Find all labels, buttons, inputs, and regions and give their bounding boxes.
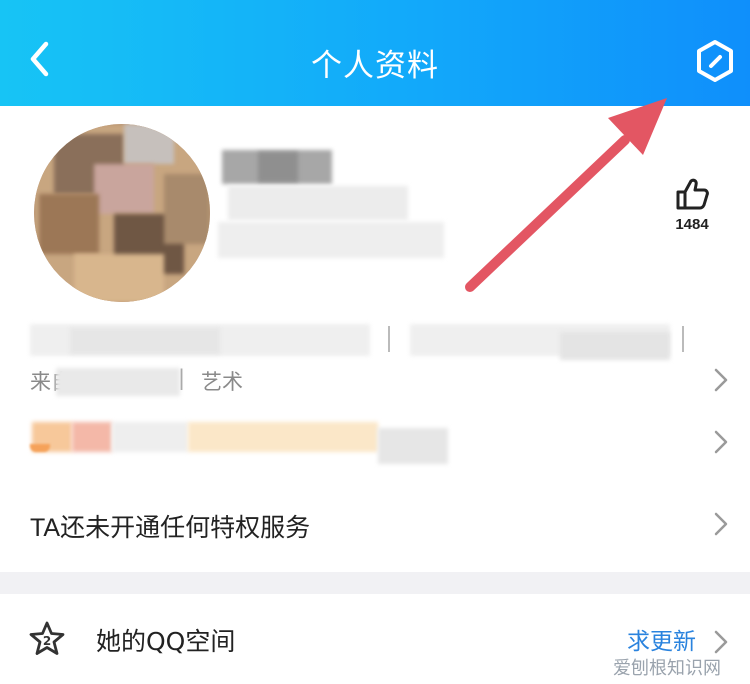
qzone-label: 她的QQ空间 — [96, 627, 236, 656]
chevron-right-icon — [714, 630, 728, 654]
chevron-right-icon — [714, 430, 728, 454]
page-title: 个人资料 — [311, 48, 439, 84]
info-separator: | — [178, 366, 186, 390]
watermark: 爱刨根知识网 — [613, 658, 721, 679]
chevron-right-icon — [714, 512, 728, 536]
title-bar: 个人资料 — [0, 0, 750, 106]
star-icon: 2 — [29, 621, 65, 655]
badges-row[interactable] — [0, 418, 750, 468]
thumbs-up-icon — [676, 178, 709, 210]
chevron-right-icon — [714, 368, 728, 392]
occupation-label: 艺术 — [201, 370, 243, 394]
location-occupation-row[interactable]: 来自 | 艺术 — [0, 362, 750, 402]
request-update-link[interactable]: 求更新 — [627, 622, 696, 656]
like-button[interactable]: 1484 — [664, 172, 720, 238]
privilege-row[interactable]: TA还未开通任何特权服务 — [0, 492, 750, 558]
hexagon-settings-icon[interactable] — [692, 38, 738, 84]
section-divider — [0, 572, 750, 594]
like-count: 1484 — [675, 216, 709, 233]
avatar[interactable] — [34, 124, 210, 302]
profile-details-row — [0, 318, 750, 362]
privilege-text: TA还未开通任何特权服务 — [30, 514, 311, 542]
nickname-block — [218, 146, 448, 266]
svg-text:2: 2 — [43, 634, 51, 648]
